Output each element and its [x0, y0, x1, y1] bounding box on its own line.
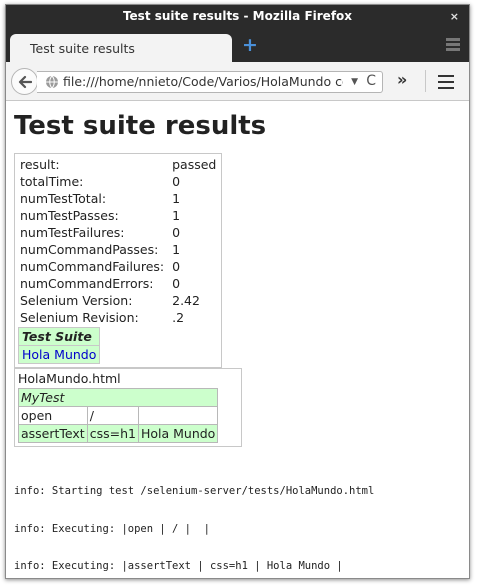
summary-row: result: passed — [18, 156, 218, 173]
test-filename: HolaMundo.html — [18, 371, 121, 386]
summary-value: 0 — [172, 174, 181, 189]
close-window-icon[interactable]: × — [450, 5, 459, 28]
value-cell — [137, 406, 219, 425]
summary-row: numCommandFailures: 0 — [18, 258, 218, 275]
summary-value: 0 — [172, 225, 181, 240]
summary-label: Selenium Revision: — [20, 310, 139, 325]
browser-window: Test suite results - Mozilla Firefox × T… — [5, 4, 470, 579]
back-arrow-icon — [18, 75, 32, 89]
reload-icon[interactable]: C — [366, 72, 376, 91]
summary-value: .2 — [172, 310, 185, 325]
summary-value: 1 — [172, 191, 181, 206]
log-line: info: Starting test /selenium-server/tes… — [14, 485, 375, 497]
summary-label: totalTime: — [20, 174, 84, 189]
summary-row: Selenium Version: 2.42 — [18, 292, 218, 309]
table-row: open / — [18, 406, 219, 425]
test-case-link[interactable]: Hola Mundo — [22, 347, 96, 362]
summary-row: numCommandPasses: 1 — [18, 241, 218, 258]
test-title: MyTest — [17, 388, 219, 407]
navigation-toolbar: file:///home/nnieto/Code/Varios/HolaMund… — [6, 62, 469, 101]
url-dropdown-icon[interactable]: ▼ — [351, 72, 358, 92]
list-all-tabs-icon[interactable] — [446, 38, 460, 52]
test-case-frame: HolaMundo.html MyTest open / assertText … — [14, 368, 242, 447]
command-cell: open — [18, 406, 88, 425]
summary-label: numTestTotal: — [20, 191, 107, 206]
summary-label: numTestFailures: — [20, 225, 125, 240]
summary-value: 0 — [172, 259, 181, 274]
test-suite-table: Test Suite Hola Mundo — [17, 327, 101, 364]
command-cell: assertText — [18, 424, 88, 443]
toolbar-separator — [425, 70, 426, 92]
log-line: info: Executing: |assertText | css=h1 | … — [14, 560, 343, 572]
globe-icon — [46, 75, 58, 89]
target-cell: css=h1 — [86, 424, 139, 443]
tab-test-suite-results[interactable]: Test suite results — [10, 34, 232, 62]
table-row-passed: assertText css=h1 Hola Mundo — [18, 424, 219, 443]
summary-row: totalTime: 0 — [18, 173, 218, 190]
url-bar[interactable]: file:///home/nnieto/Code/Varios/HolaMund… — [37, 71, 383, 93]
tab-label: Test suite results — [30, 41, 135, 56]
page-title: Test suite results — [14, 111, 267, 141]
summary-value: 1 — [172, 242, 181, 257]
summary-value: 2.42 — [172, 293, 200, 308]
log-line: info: Executing: |open | / | | — [14, 522, 210, 535]
summary-row: numTestFailures: 0 — [18, 224, 218, 241]
summary-label: numTestPasses: — [20, 208, 119, 223]
new-tab-button[interactable]: + — [242, 35, 258, 55]
test-suite-header: Test Suite — [17, 327, 101, 346]
window-title: Test suite results - Mozilla Firefox — [122, 9, 353, 23]
value-cell: Hola Mundo — [137, 424, 219, 443]
test-commands-table: MyTest open / assertText css=h1 Hola Mun… — [17, 388, 219, 443]
summary-row: Selenium Revision: .2 — [18, 309, 218, 326]
summary-value: 0 — [172, 276, 181, 291]
summary-label: numCommandFailures: — [20, 259, 165, 274]
hamburger-menu-icon[interactable] — [438, 75, 454, 93]
summary-value: passed — [172, 157, 217, 172]
toolbar-overflow-button[interactable]: » — [397, 70, 407, 89]
summary-value: 1 — [172, 208, 181, 223]
title-bar: Test suite results - Mozilla Firefox × — [6, 5, 469, 29]
summary-label: numCommandPasses: — [20, 242, 159, 257]
target-cell: / — [86, 406, 139, 425]
summary-row: numTestTotal: 1 — [18, 190, 218, 207]
summary-row: numCommandErrors: 0 — [18, 275, 218, 292]
summary-label: result: — [20, 157, 60, 172]
page-content: Test suite results result: passed totalTim… — [6, 101, 469, 578]
summary-label: Selenium Version: — [20, 293, 133, 308]
summary-row: numTestPasses: 1 — [18, 207, 218, 224]
tab-bar: Test suite results + — [6, 29, 469, 62]
results-summary-table: result: passed totalTime: 0 numTestTotal: 1 nu… — [14, 153, 223, 368]
back-button[interactable] — [11, 68, 38, 95]
summary-label: numCommandErrors: — [20, 276, 154, 291]
url-text[interactable]: file:///home/nnieto/Code/Varios/HolaMund… — [63, 72, 343, 92]
log-output: info: Starting test /selenium-server/tes… — [14, 460, 461, 578]
